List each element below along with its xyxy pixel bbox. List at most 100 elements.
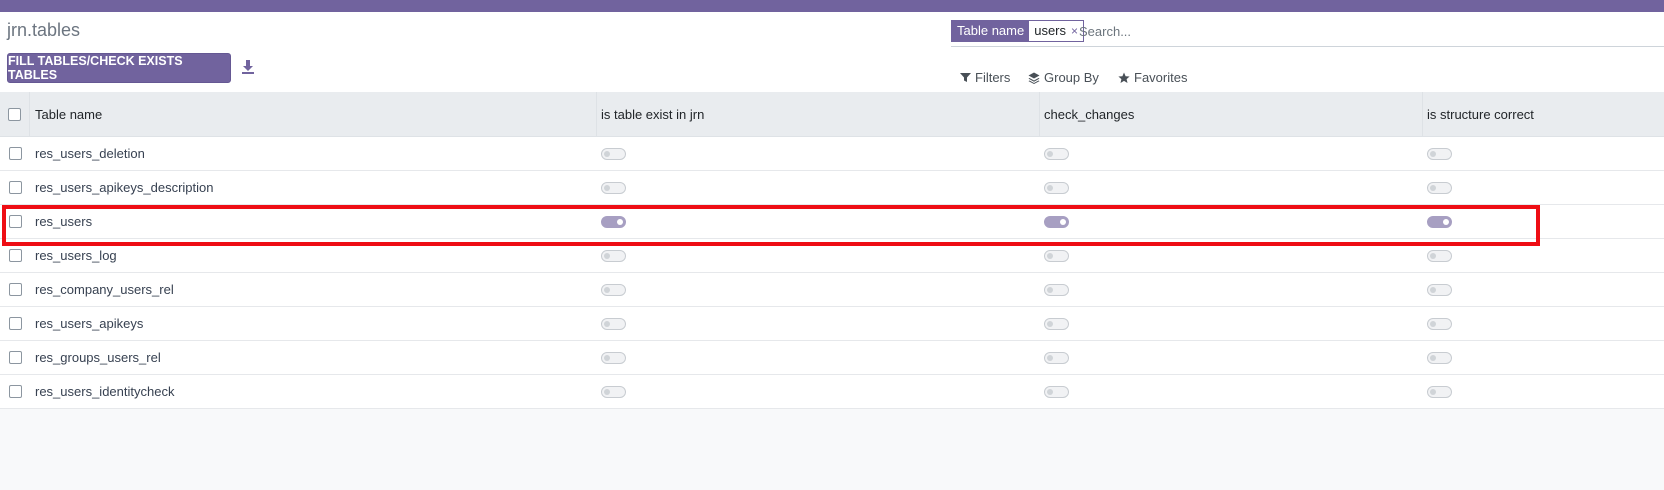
row-checkbox[interactable] bbox=[8, 215, 22, 228]
favorites-toggle[interactable]: Favorites bbox=[1118, 70, 1187, 85]
toggle-knob bbox=[604, 286, 610, 293]
row-select-cell bbox=[0, 375, 30, 408]
groupby-toggle[interactable]: Group By bbox=[1028, 70, 1099, 85]
toggle-knob bbox=[1430, 252, 1436, 259]
table-row[interactable]: res_company_users_rel bbox=[0, 273, 1664, 307]
search-input[interactable] bbox=[1075, 20, 1663, 42]
breadcrumb[interactable]: jrn.tables bbox=[7, 20, 80, 41]
check-changes-toggle[interactable] bbox=[1044, 215, 1069, 228]
toggle-knob bbox=[1430, 286, 1436, 293]
toggle-knob bbox=[1060, 218, 1066, 225]
filters-label: Filters bbox=[975, 70, 1011, 85]
download-icon[interactable] bbox=[241, 59, 255, 75]
table-name-cell[interactable]: res_users_identitycheck bbox=[31, 375, 597, 408]
toggle-knob bbox=[604, 252, 610, 259]
table-row[interactable]: res_users_apikeys bbox=[0, 307, 1664, 341]
is-table-exist-toggle[interactable] bbox=[601, 147, 626, 160]
structure-correct-toggle[interactable] bbox=[1427, 249, 1452, 262]
search-facet: Table name users × bbox=[951, 20, 1085, 42]
check-changes-toggle[interactable] bbox=[1044, 385, 1069, 398]
table-name-cell[interactable]: res_users bbox=[31, 205, 597, 238]
check-changes-toggle-cell bbox=[1040, 239, 1423, 272]
groupby-label: Group By bbox=[1044, 70, 1099, 85]
structure-correct-toggle-cell bbox=[1423, 375, 1664, 408]
column-header-structure-correct[interactable]: is structure correct bbox=[1423, 92, 1664, 136]
toggle-knob bbox=[604, 388, 610, 395]
table-name-cell[interactable]: res_company_users_rel bbox=[31, 273, 597, 306]
table-name-cell[interactable]: res_users_log bbox=[31, 239, 597, 272]
is-table-exist-toggle[interactable] bbox=[601, 181, 626, 194]
toggle-knob bbox=[1430, 150, 1436, 157]
row-checkbox[interactable] bbox=[8, 283, 22, 296]
check-changes-toggle[interactable] bbox=[1044, 351, 1069, 364]
select-all-cell bbox=[0, 92, 30, 136]
check-changes-toggle-cell bbox=[1040, 341, 1423, 374]
column-header-check-changes[interactable]: check_changes bbox=[1040, 92, 1423, 136]
is-table-exist-toggle[interactable] bbox=[601, 385, 626, 398]
check-changes-toggle-cell bbox=[1040, 205, 1423, 238]
layers-icon bbox=[1028, 72, 1040, 84]
table-name-cell[interactable]: res_users_apikeys bbox=[31, 307, 597, 340]
structure-correct-toggle-cell bbox=[1423, 273, 1664, 306]
table-row[interactable]: res_users bbox=[0, 205, 1664, 239]
structure-correct-toggle[interactable] bbox=[1427, 215, 1452, 228]
is-table-exist-toggle-cell bbox=[597, 137, 1040, 170]
column-header-table-name[interactable]: Table name bbox=[31, 92, 597, 136]
structure-correct-toggle[interactable] bbox=[1427, 385, 1452, 398]
row-checkbox[interactable] bbox=[8, 147, 22, 160]
table-row[interactable]: res_users_identitycheck bbox=[0, 375, 1664, 409]
is-table-exist-toggle[interactable] bbox=[601, 283, 626, 296]
row-checkbox[interactable] bbox=[8, 351, 22, 364]
is-table-exist-toggle-cell bbox=[597, 341, 1040, 374]
toggle-knob bbox=[1047, 286, 1053, 293]
table-name-cell[interactable]: res_users_apikeys_description bbox=[31, 171, 597, 204]
toggle-knob bbox=[1430, 354, 1436, 361]
check-changes-toggle[interactable] bbox=[1044, 249, 1069, 262]
row-checkbox[interactable] bbox=[8, 181, 22, 194]
column-header-is-table-exist[interactable]: is table exist in jrn bbox=[597, 92, 1040, 136]
row-select-cell bbox=[0, 171, 30, 204]
table-name-cell[interactable]: res_groups_users_rel bbox=[31, 341, 597, 374]
fill-tables-button[interactable]: FILL TABLES/CHECK EXISTS TABLES bbox=[7, 53, 231, 83]
check-changes-toggle[interactable] bbox=[1044, 147, 1069, 160]
toggle-knob bbox=[1047, 252, 1053, 259]
structure-correct-toggle[interactable] bbox=[1427, 351, 1452, 364]
is-table-exist-toggle[interactable] bbox=[601, 215, 626, 228]
table-row[interactable]: res_users_log bbox=[0, 239, 1664, 273]
structure-correct-toggle[interactable] bbox=[1427, 317, 1452, 330]
table-row[interactable]: res_users_apikeys_description bbox=[0, 171, 1664, 205]
star-icon bbox=[1118, 72, 1130, 83]
select-all-checkbox[interactable] bbox=[8, 107, 21, 121]
row-select-cell bbox=[0, 273, 30, 306]
check-changes-toggle-cell bbox=[1040, 307, 1423, 340]
table-row[interactable]: res_users_deletion bbox=[0, 137, 1664, 171]
is-table-exist-toggle[interactable] bbox=[601, 351, 626, 364]
toggle-knob bbox=[1047, 184, 1053, 191]
filters-toggle[interactable]: Filters bbox=[960, 70, 1010, 85]
structure-correct-toggle[interactable] bbox=[1427, 283, 1452, 296]
is-table-exist-toggle[interactable] bbox=[601, 317, 626, 330]
structure-correct-toggle-cell bbox=[1423, 307, 1664, 340]
check-changes-toggle[interactable] bbox=[1044, 181, 1069, 194]
row-checkbox[interactable] bbox=[8, 317, 22, 330]
toggle-knob bbox=[1430, 388, 1436, 395]
table-name-cell[interactable]: res_users_deletion bbox=[31, 137, 597, 170]
is-table-exist-toggle[interactable] bbox=[601, 249, 626, 262]
top-nav-bar bbox=[0, 0, 1664, 12]
check-changes-toggle-cell bbox=[1040, 171, 1423, 204]
structure-correct-toggle-cell bbox=[1423, 205, 1664, 238]
structure-correct-toggle[interactable] bbox=[1427, 181, 1452, 194]
toggle-knob bbox=[1047, 320, 1053, 327]
structure-correct-toggle[interactable] bbox=[1427, 147, 1452, 160]
toggle-knob bbox=[617, 218, 623, 225]
check-changes-toggle-cell bbox=[1040, 137, 1423, 170]
row-checkbox[interactable] bbox=[8, 249, 22, 262]
check-changes-toggle[interactable] bbox=[1044, 283, 1069, 296]
toggle-knob bbox=[1430, 184, 1436, 191]
check-changes-toggle[interactable] bbox=[1044, 317, 1069, 330]
favorites-label: Favorites bbox=[1134, 70, 1188, 85]
toggle-knob bbox=[604, 150, 610, 157]
row-checkbox[interactable] bbox=[8, 385, 22, 398]
table-row[interactable]: res_groups_users_rel bbox=[0, 341, 1664, 375]
is-table-exist-toggle-cell bbox=[597, 171, 1040, 204]
